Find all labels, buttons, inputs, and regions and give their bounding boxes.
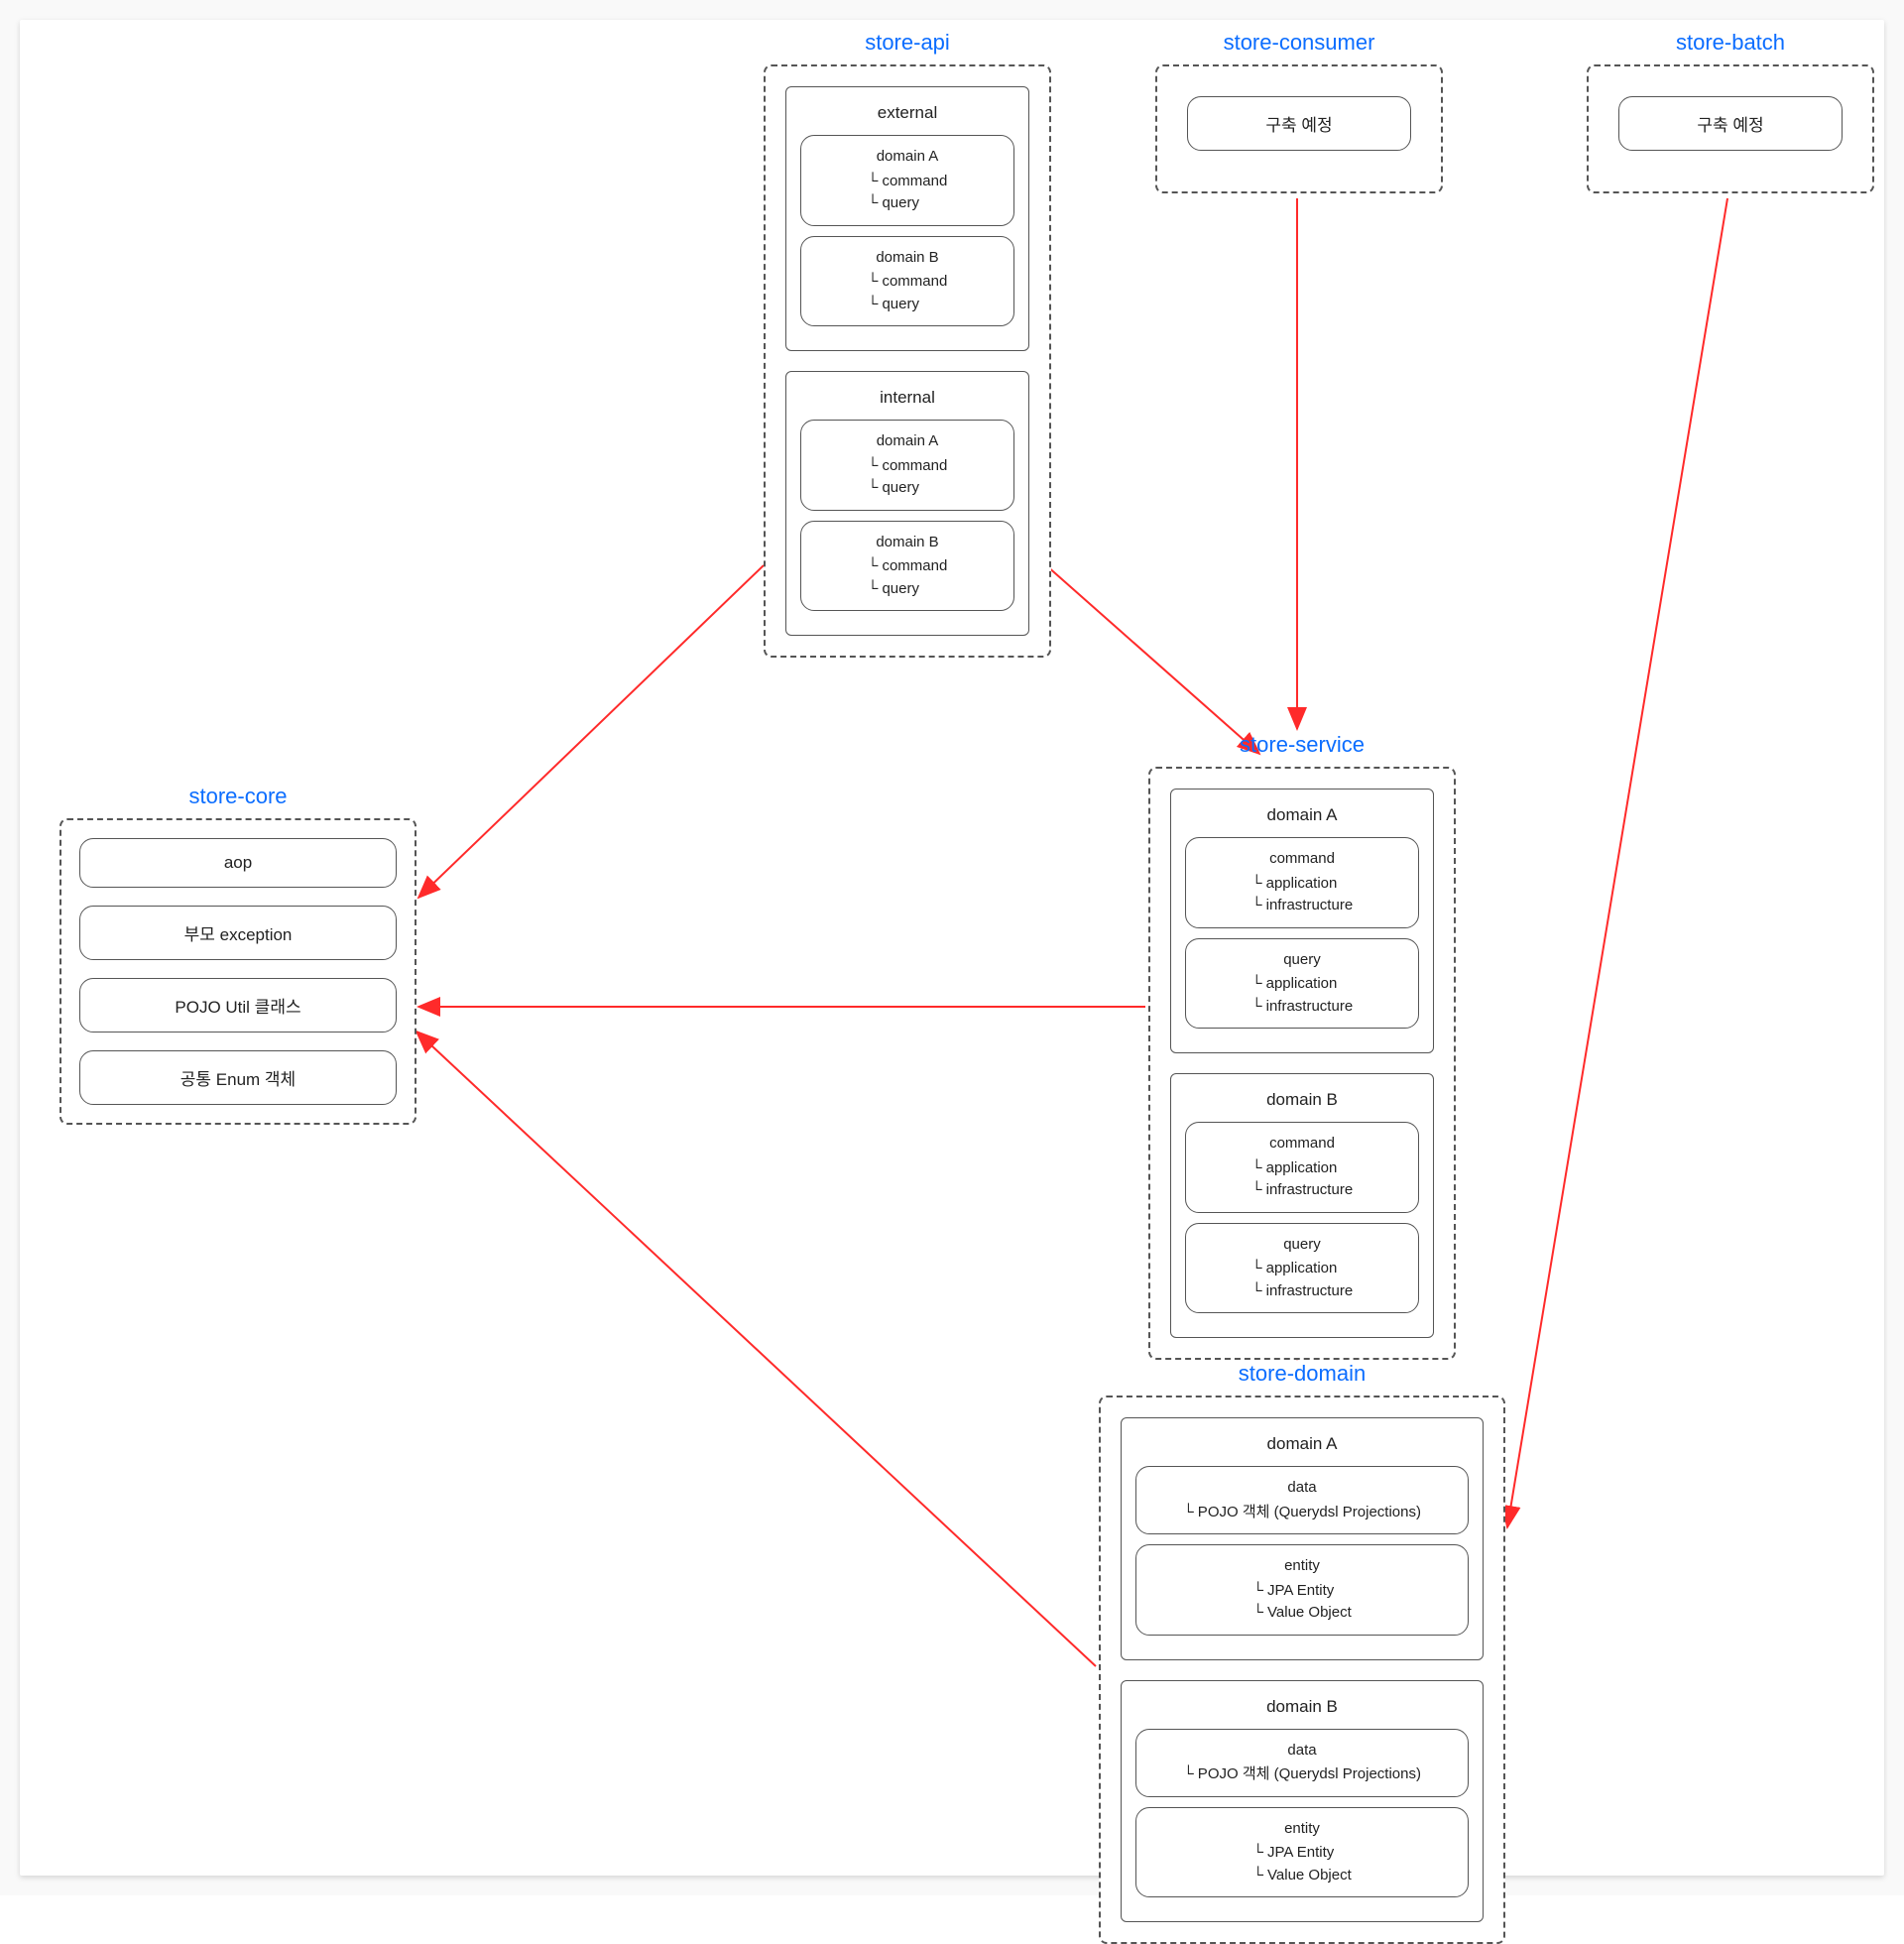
api-section-internal: internal domain A └ command └ query doma… — [785, 371, 1029, 636]
domain-block: data └ POJO 객체 (Querydsl Projections) — [1135, 1466, 1469, 1534]
block-line: └ infrastructure — [1251, 895, 1353, 917]
module-title-store-service: store-service — [1148, 732, 1456, 758]
module-title-store-api: store-api — [764, 30, 1051, 56]
module-store-service: domain A command └ application └ infrast… — [1148, 767, 1456, 1360]
domain-line: └ command — [868, 271, 948, 294]
block-title: data — [1183, 1477, 1421, 1500]
domain-line: └ command — [868, 171, 948, 193]
domain-title: domain B — [868, 532, 948, 554]
domain-block: data └ POJO 객체 (Querydsl Projections) — [1135, 1729, 1469, 1797]
module-title-store-domain: store-domain — [1099, 1361, 1505, 1387]
domain-section-a: domain A data └ POJO 객체 (Querydsl Projec… — [1121, 1417, 1484, 1660]
domain-block: entity └ JPA Entity └ Value Object — [1135, 1807, 1469, 1898]
block-title: entity — [1252, 1555, 1352, 1578]
section-title: external — [800, 103, 1014, 123]
block-title: entity — [1252, 1818, 1352, 1841]
module-title-store-consumer: store-consumer — [1155, 30, 1443, 56]
domain-block: domain B └ command └ query — [800, 521, 1014, 612]
service-block: command └ application └ infrastructure — [1185, 1122, 1419, 1213]
domain-line: └ command — [868, 555, 948, 578]
domain-line: └ query — [868, 578, 948, 601]
block-line: └ JPA Entity — [1252, 1842, 1352, 1865]
domain-block: domain A └ command └ query — [800, 135, 1014, 226]
block-line: └ application — [1251, 873, 1353, 896]
core-item: 공통 Enum 객체 — [79, 1050, 397, 1105]
block-title: query — [1251, 1234, 1353, 1257]
block-line: └ JPA Entity — [1252, 1580, 1352, 1603]
block-title: query — [1251, 949, 1353, 972]
domain-line: └ query — [868, 477, 948, 500]
api-section-external: external domain A └ command └ query doma… — [785, 86, 1029, 351]
placeholder-pill: 구축 예정 — [1618, 96, 1843, 151]
module-store-domain: domain A data └ POJO 객체 (Querydsl Projec… — [1099, 1396, 1505, 1944]
block-line: └ POJO 객체 (Querydsl Projections) — [1183, 1763, 1421, 1786]
module-store-core: aop 부모 exception POJO Util 클래스 공통 Enum 객… — [60, 818, 416, 1125]
core-item: aop — [79, 838, 397, 888]
service-block: query └ application └ infrastructure — [1185, 938, 1419, 1030]
service-domain-a: domain A command └ application └ infrast… — [1170, 789, 1434, 1053]
section-title: domain B — [1135, 1697, 1469, 1717]
diagram-canvas: store-core aop 부모 exception POJO Util 클래… — [0, 0, 1904, 1895]
block-line: └ infrastructure — [1251, 1179, 1353, 1202]
block-line: └ application — [1251, 973, 1353, 996]
block-line: └ POJO 객체 (Querydsl Projections) — [1183, 1502, 1421, 1524]
domain-block: domain A └ command └ query — [800, 420, 1014, 511]
domain-block: entity └ JPA Entity └ Value Object — [1135, 1544, 1469, 1636]
service-block: query └ application └ infrastructure — [1185, 1223, 1419, 1314]
domain-title: domain A — [868, 430, 948, 453]
core-item: POJO Util 클래스 — [79, 978, 397, 1033]
block-line: └ application — [1251, 1157, 1353, 1180]
domain-section-b: domain B data └ POJO 객체 (Querydsl Projec… — [1121, 1680, 1484, 1923]
block-line: └ infrastructure — [1251, 1280, 1353, 1303]
placeholder-pill: 구축 예정 — [1187, 96, 1411, 151]
block-title: data — [1183, 1740, 1421, 1762]
block-line: └ infrastructure — [1251, 996, 1353, 1019]
module-store-api: external domain A └ command └ query doma… — [764, 64, 1051, 658]
domain-title: domain A — [868, 146, 948, 169]
block-line: └ application — [1251, 1258, 1353, 1280]
module-title-store-core: store-core — [60, 784, 416, 809]
section-title: internal — [800, 388, 1014, 408]
core-item: 부모 exception — [79, 906, 397, 960]
block-title: command — [1251, 1133, 1353, 1155]
module-store-batch: 구축 예정 — [1587, 64, 1874, 193]
block-line: └ Value Object — [1252, 1602, 1352, 1625]
service-domain-b: domain B command └ application └ infrast… — [1170, 1073, 1434, 1338]
domain-line: └ query — [868, 294, 948, 316]
module-title-store-batch: store-batch — [1587, 30, 1874, 56]
domain-line: └ command — [868, 455, 948, 478]
section-title: domain B — [1185, 1090, 1419, 1110]
domain-line: └ query — [868, 192, 948, 215]
service-block: command └ application └ infrastructure — [1185, 837, 1419, 928]
domain-title: domain B — [868, 247, 948, 270]
block-title: command — [1251, 848, 1353, 871]
module-store-consumer: 구축 예정 — [1155, 64, 1443, 193]
section-title: domain A — [1135, 1434, 1469, 1454]
domain-block: domain B └ command └ query — [800, 236, 1014, 327]
block-line: └ Value Object — [1252, 1865, 1352, 1887]
section-title: domain A — [1185, 805, 1419, 825]
